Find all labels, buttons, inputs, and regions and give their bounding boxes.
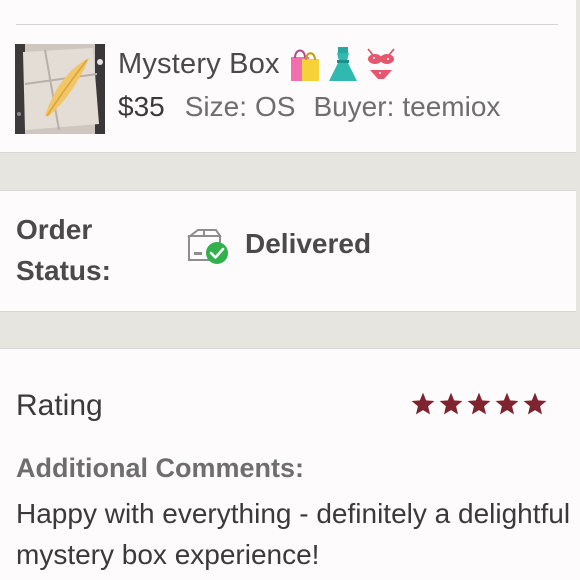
buyer-label: Buyer: — [313, 91, 395, 122]
product-title[interactable]: Mystery Box — [118, 48, 280, 81]
product-meta: $35 Size: OS Buyer: teemiox — [118, 89, 518, 125]
package-delivered-icon — [186, 228, 232, 273]
star-icon — [411, 392, 435, 415]
size-value: OS — [254, 91, 296, 122]
order-status-value: Delivered — [245, 228, 372, 259]
star-icon — [523, 392, 547, 415]
divider — [16, 24, 558, 25]
star-icon — [467, 392, 491, 415]
order-status-card: Order Status: Delivered — [0, 191, 576, 311]
shopping-bags-icon — [288, 45, 322, 83]
rating-label: Rating — [16, 389, 103, 422]
rating-card: Rating Additional Comments: Happy with e… — [0, 349, 580, 580]
product-card[interactable]: Mystery Box $35 Size: OS Buyer: teemiox — [0, 0, 576, 152]
bikini-icon — [364, 45, 398, 83]
size-label: Size: — [184, 91, 247, 122]
dress-icon — [326, 45, 360, 83]
buyer-username[interactable]: teemiox — [402, 91, 500, 123]
star-icon — [495, 392, 519, 415]
star-rating — [410, 391, 548, 417]
price: $35 — [118, 91, 165, 122]
comments-text: Happy with everything - definitely a del… — [16, 498, 571, 570]
star-icon — [439, 392, 463, 415]
emoji-group — [288, 45, 398, 83]
order-status-label: Order Status: — [16, 214, 111, 286]
product-thumbnail[interactable] — [15, 44, 105, 134]
comments-heading: Additional Comments: — [16, 453, 304, 483]
